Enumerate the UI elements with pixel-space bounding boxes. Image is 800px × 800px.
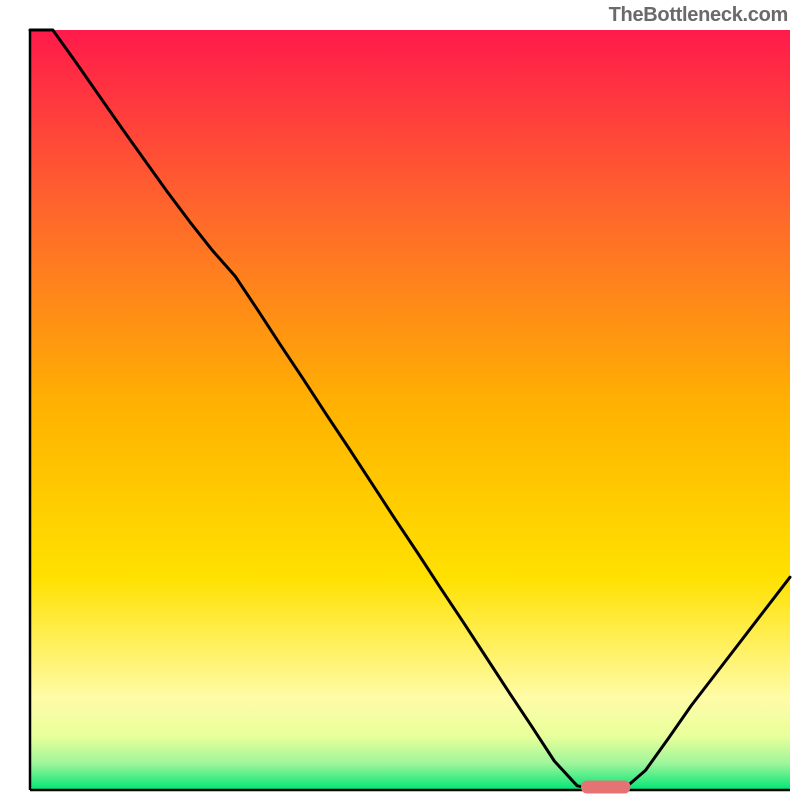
plot-background [30,30,790,790]
bottleneck-chart [0,0,800,800]
optimal-marker [581,780,630,793]
watermark-text: TheBottleneck.com [609,4,788,27]
